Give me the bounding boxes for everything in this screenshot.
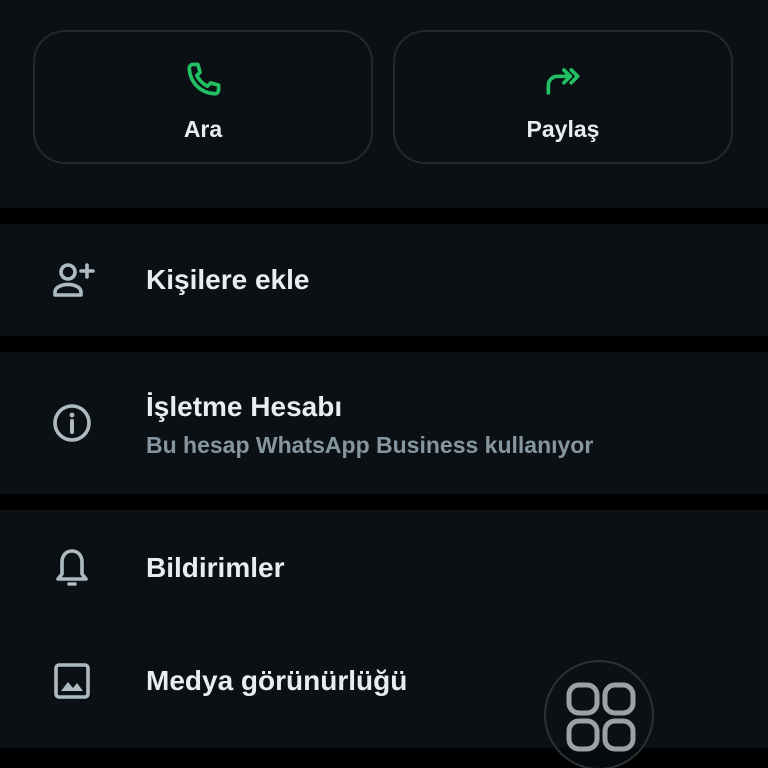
grid-icon [566,682,636,752]
phone-icon [187,62,221,96]
call-button[interactable]: Ara [33,30,373,164]
notifications-label: Bildirimler [146,552,285,583]
info-icon [53,404,91,442]
business-account-title: İşletme Hesabı [146,391,343,422]
media-visibility-label: Medya görünürlüğü [146,665,408,696]
floating-grid-button[interactable] [544,660,654,768]
share-button[interactable]: Paylaş [393,30,733,164]
add-person-icon [53,263,95,297]
business-account-row[interactable]: İşletme Hesabı Bu hesap WhatsApp Busines… [0,352,768,494]
business-account-subtitle: Bu hesap WhatsApp Business kullanıyor [146,432,594,458]
contact-info-screen: Ara Paylaş Kişilere ekle İşletme Hesabı … [0,0,768,768]
add-contact-row[interactable]: Kişilere ekle [0,224,768,336]
forward-icon [546,68,580,95]
share-label: Paylaş [526,116,600,142]
call-label: Ara [183,116,223,142]
add-contact-label: Kişilere ekle [146,264,310,295]
bell-icon [56,549,88,586]
image-icon [54,663,90,699]
notifications-row[interactable]: Bildirimler [0,510,768,625]
action-buttons-section: Ara Paylaş [0,0,768,208]
